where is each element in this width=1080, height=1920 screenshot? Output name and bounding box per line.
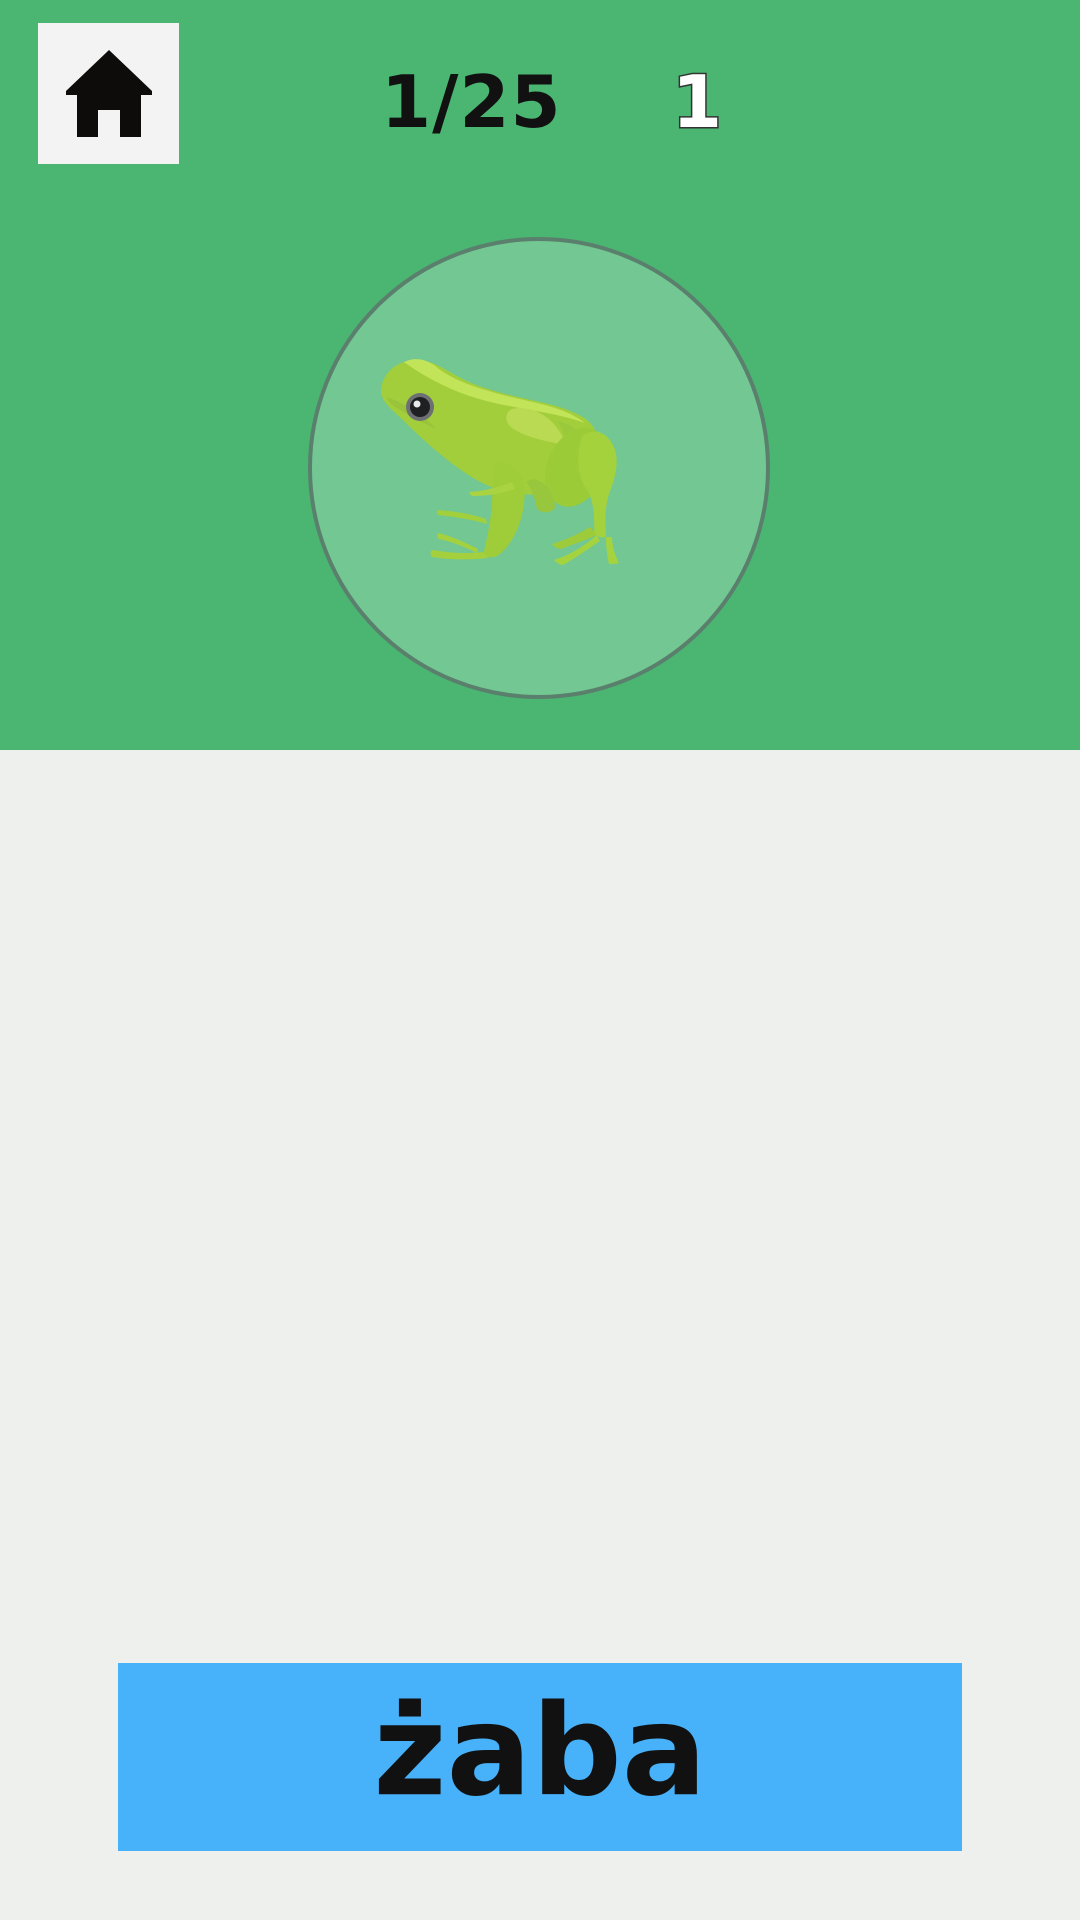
animal-picture-circle[interactable] bbox=[308, 237, 770, 699]
top-panel: 1/25 1 bbox=[0, 0, 1080, 750]
frog-picture bbox=[380, 359, 619, 565]
progress-counter: 1/25 bbox=[381, 60, 562, 144]
home-button[interactable] bbox=[38, 23, 179, 164]
word-answer-button[interactable]: żaba bbox=[118, 1663, 962, 1851]
score-counter: 1 bbox=[671, 59, 724, 146]
word-label: żaba bbox=[373, 1677, 707, 1824]
home-icon bbox=[65, 49, 152, 137]
app-screen: 1/25 1 żaba bbox=[0, 0, 1080, 1920]
